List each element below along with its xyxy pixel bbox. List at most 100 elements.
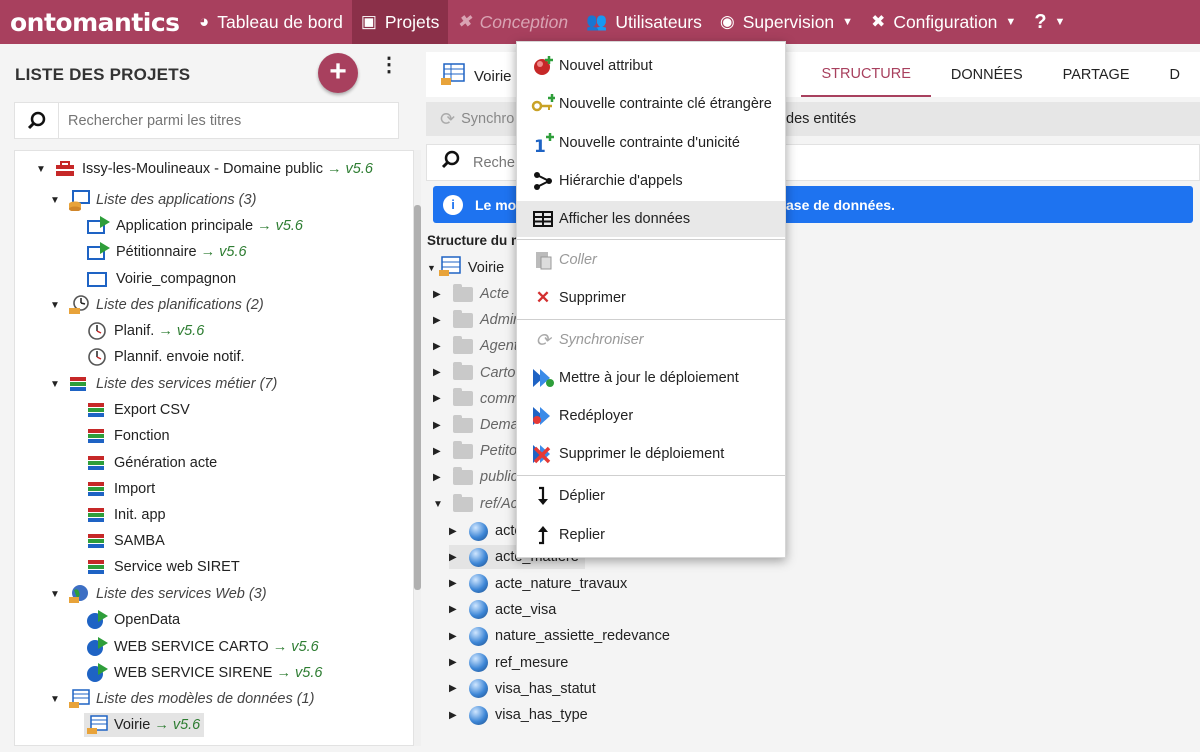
data-model-icon	[66, 688, 92, 710]
tree-node-label: Liste des services métier (7)	[96, 376, 278, 392]
tree-node-service[interactable]: Génération acte	[84, 451, 217, 475]
structure-root[interactable]: ▼ Voirie	[427, 256, 504, 280]
structure-entity[interactable]: ▶ acte_nature_travaux	[449, 572, 627, 596]
structure-folder[interactable]: ▶ Petito	[433, 439, 517, 463]
tree-node-web-service[interactable]: OpenData	[84, 608, 180, 632]
document-title[interactable]: Voirie	[440, 62, 512, 90]
menu-redeploy[interactable]: Redéployer	[517, 398, 785, 434]
expand-arrow-icon[interactable]: ▼	[50, 379, 64, 390]
collapsed-arrow-icon[interactable]: ▶	[433, 472, 447, 483]
search-icon[interactable]	[15, 103, 59, 138]
structure-entity[interactable]: ▶ nature_assiette_redevance	[449, 624, 670, 648]
menu-new-attribute[interactable]: Nouvel attribut	[517, 48, 785, 84]
collapsed-arrow-icon[interactable]: ▶	[449, 657, 463, 668]
expand-arrow-icon[interactable]: ▼	[50, 589, 64, 600]
nav-configuration[interactable]: ✖ Configuration ▼	[862, 0, 1025, 44]
tree-node-web-services[interactable]: ▼ Liste des services Web (3)	[50, 582, 267, 606]
structure-folder[interactable]: ▶ Acte	[433, 282, 509, 306]
menu-expand[interactable]: Déplier	[517, 478, 785, 514]
menu-call-hierarchy[interactable]: Hiérarchie d'appels	[517, 163, 785, 199]
menu-label: Afficher les données	[559, 211, 691, 227]
tree-node-data-models[interactable]: ▼ Liste des modèles de données (1)	[50, 687, 314, 711]
structure-entity[interactable]: ▶ visa_has_statut	[449, 677, 596, 701]
collapsed-arrow-icon[interactable]: ▶	[433, 315, 447, 326]
tree-node-root[interactable]: ▼ Issy-les-Moulineaux - Domaine public →…	[36, 157, 373, 181]
structure-folder[interactable]: ▶ Dema	[433, 413, 519, 437]
expand-arrow-icon[interactable]: ▼	[50, 195, 64, 206]
expand-arrow-icon[interactable]: ▼	[50, 694, 64, 705]
structure-search-input[interactable]: Reche	[473, 155, 515, 171]
structure-entity[interactable]: ▶ ref_mesure	[449, 651, 568, 675]
nav-dashboard[interactable]: ◕ Tableau de bord	[190, 0, 352, 44]
structure-entity[interactable]: ▶ visa_has_type	[449, 703, 588, 727]
structure-folder[interactable]: ▶ Admir	[433, 308, 518, 332]
tab-more[interactable]: D	[1150, 52, 1200, 97]
version-label: → v5.6	[272, 639, 319, 655]
tree-node-app[interactable]: Application principale → v5.6	[86, 214, 303, 238]
sync-button[interactable]: Synchro	[461, 111, 514, 127]
tree-node-service[interactable]: Fonction	[84, 424, 170, 448]
tree-node-app[interactable]: Voirie_compagnon	[86, 267, 236, 291]
tab-donnees[interactable]: DONNÉES	[931, 52, 1043, 97]
structure-folder[interactable]: ▶ public	[433, 465, 518, 489]
project-search-input[interactable]	[59, 112, 379, 129]
tree-node-web-service[interactable]: WEB SERVICE CARTO → v5.6	[84, 635, 319, 659]
collapsed-arrow-icon[interactable]: ▶	[449, 710, 463, 721]
tree-node-schedule[interactable]: Plannif. envoie notif.	[84, 345, 245, 369]
collapsed-arrow-icon[interactable]: ▶	[449, 604, 463, 615]
tree-node-service[interactable]: Import	[84, 477, 155, 501]
tree-node-applications[interactable]: ▼ Liste des applications (3)	[50, 188, 256, 212]
collapsed-arrow-icon[interactable]: ▶	[449, 526, 463, 537]
structure-folder[interactable]: ▶ comm	[433, 387, 519, 411]
tree-node-web-service[interactable]: WEB SERVICE SIRENE → v5.6	[84, 661, 322, 685]
collapsed-arrow-icon[interactable]: ▶	[449, 578, 463, 589]
collapsed-arrow-icon[interactable]: ▶	[449, 631, 463, 642]
collapsed-arrow-icon[interactable]: ▶	[433, 289, 447, 300]
structure-folder[interactable]: ▶ Carto	[433, 361, 515, 385]
tab-structure[interactable]: STRUCTURE	[801, 52, 931, 97]
tree-node-service[interactable]: SAMBA	[84, 529, 165, 553]
menu-update-deployment[interactable]: Mettre à jour le déploiement	[517, 360, 785, 396]
structure-entity[interactable]: ▶ acte_visa	[449, 598, 556, 622]
entity-sphere-icon	[469, 547, 488, 567]
collapsed-arrow-icon[interactable]: ▶	[433, 446, 447, 457]
expand-arrow-icon[interactable]: ▼	[36, 164, 50, 175]
tree-node-app[interactable]: Pétitionnaire → v5.6	[86, 240, 247, 264]
collapsed-arrow-icon[interactable]: ▶	[433, 393, 447, 404]
expand-arrow-icon[interactable]: ▼	[427, 263, 436, 273]
top-navbar: ontomantics ◕ Tableau de bord ▣ Projets …	[0, 0, 1200, 44]
tree-node-schedule[interactable]: Planif. → v5.6	[84, 319, 204, 343]
tree-node-service[interactable]: Export CSV	[84, 398, 190, 422]
menu-delete-deployment[interactable]: Supprimer le déploiement	[517, 436, 785, 472]
collapsed-arrow-icon[interactable]: ▶	[433, 367, 447, 378]
collapsed-arrow-icon[interactable]: ▶	[449, 683, 463, 694]
tree-node-data-model-selected[interactable]: Voirie → v5.6	[84, 713, 205, 737]
entities-label[interactable]: des entités	[786, 111, 856, 127]
menu-delete[interactable]: ✕ Supprimer	[517, 280, 785, 316]
more-options-icon[interactable]: ⋮	[379, 55, 399, 75]
expand-arrow-icon[interactable]: ▼	[50, 300, 64, 311]
structure-folder[interactable]: ▶ Agent	[433, 334, 518, 358]
menu-show-data[interactable]: Afficher les données	[517, 201, 785, 237]
tree-node-schedules[interactable]: ▼ Liste des planifications (2)	[50, 293, 264, 317]
menu-new-unique-constraint[interactable]: 1 Nouvelle contrainte d'unicité	[517, 125, 785, 161]
nav-help[interactable]: ? ▼	[1025, 0, 1074, 44]
nav-supervision[interactable]: ◉ Supervision ▼	[711, 0, 862, 44]
nav-projects[interactable]: ▣ Projets	[351, 0, 449, 44]
collapsed-arrow-icon[interactable]: ▶	[433, 420, 447, 431]
menu-collapse[interactable]: Replier	[517, 517, 785, 553]
app-logo[interactable]: ontomantics	[0, 8, 190, 37]
collapsed-arrow-icon[interactable]: ▶	[449, 552, 463, 563]
tab-partage[interactable]: PARTAGE	[1043, 52, 1150, 97]
tree-scrollbar-thumb[interactable]	[414, 205, 421, 590]
tree-node-business-services[interactable]: ▼ Liste des services métier (7)	[50, 372, 277, 396]
collapsed-arrow-icon[interactable]: ▶	[433, 341, 447, 352]
tree-node-service[interactable]: Init. app	[84, 503, 166, 527]
tree-node-service[interactable]: Service web SIRET	[84, 555, 240, 579]
expand-arrow-icon[interactable]: ▼	[433, 499, 447, 510]
menu-new-foreign-key[interactable]: Nouvelle contrainte clé étrangère	[517, 86, 785, 122]
add-project-button[interactable]: +	[318, 53, 358, 93]
structure-folder-open[interactable]: ▼ ref/Ac	[433, 492, 518, 516]
nav-users[interactable]: 👥 Utilisateurs	[577, 0, 711, 44]
search-icon[interactable]	[441, 150, 461, 175]
